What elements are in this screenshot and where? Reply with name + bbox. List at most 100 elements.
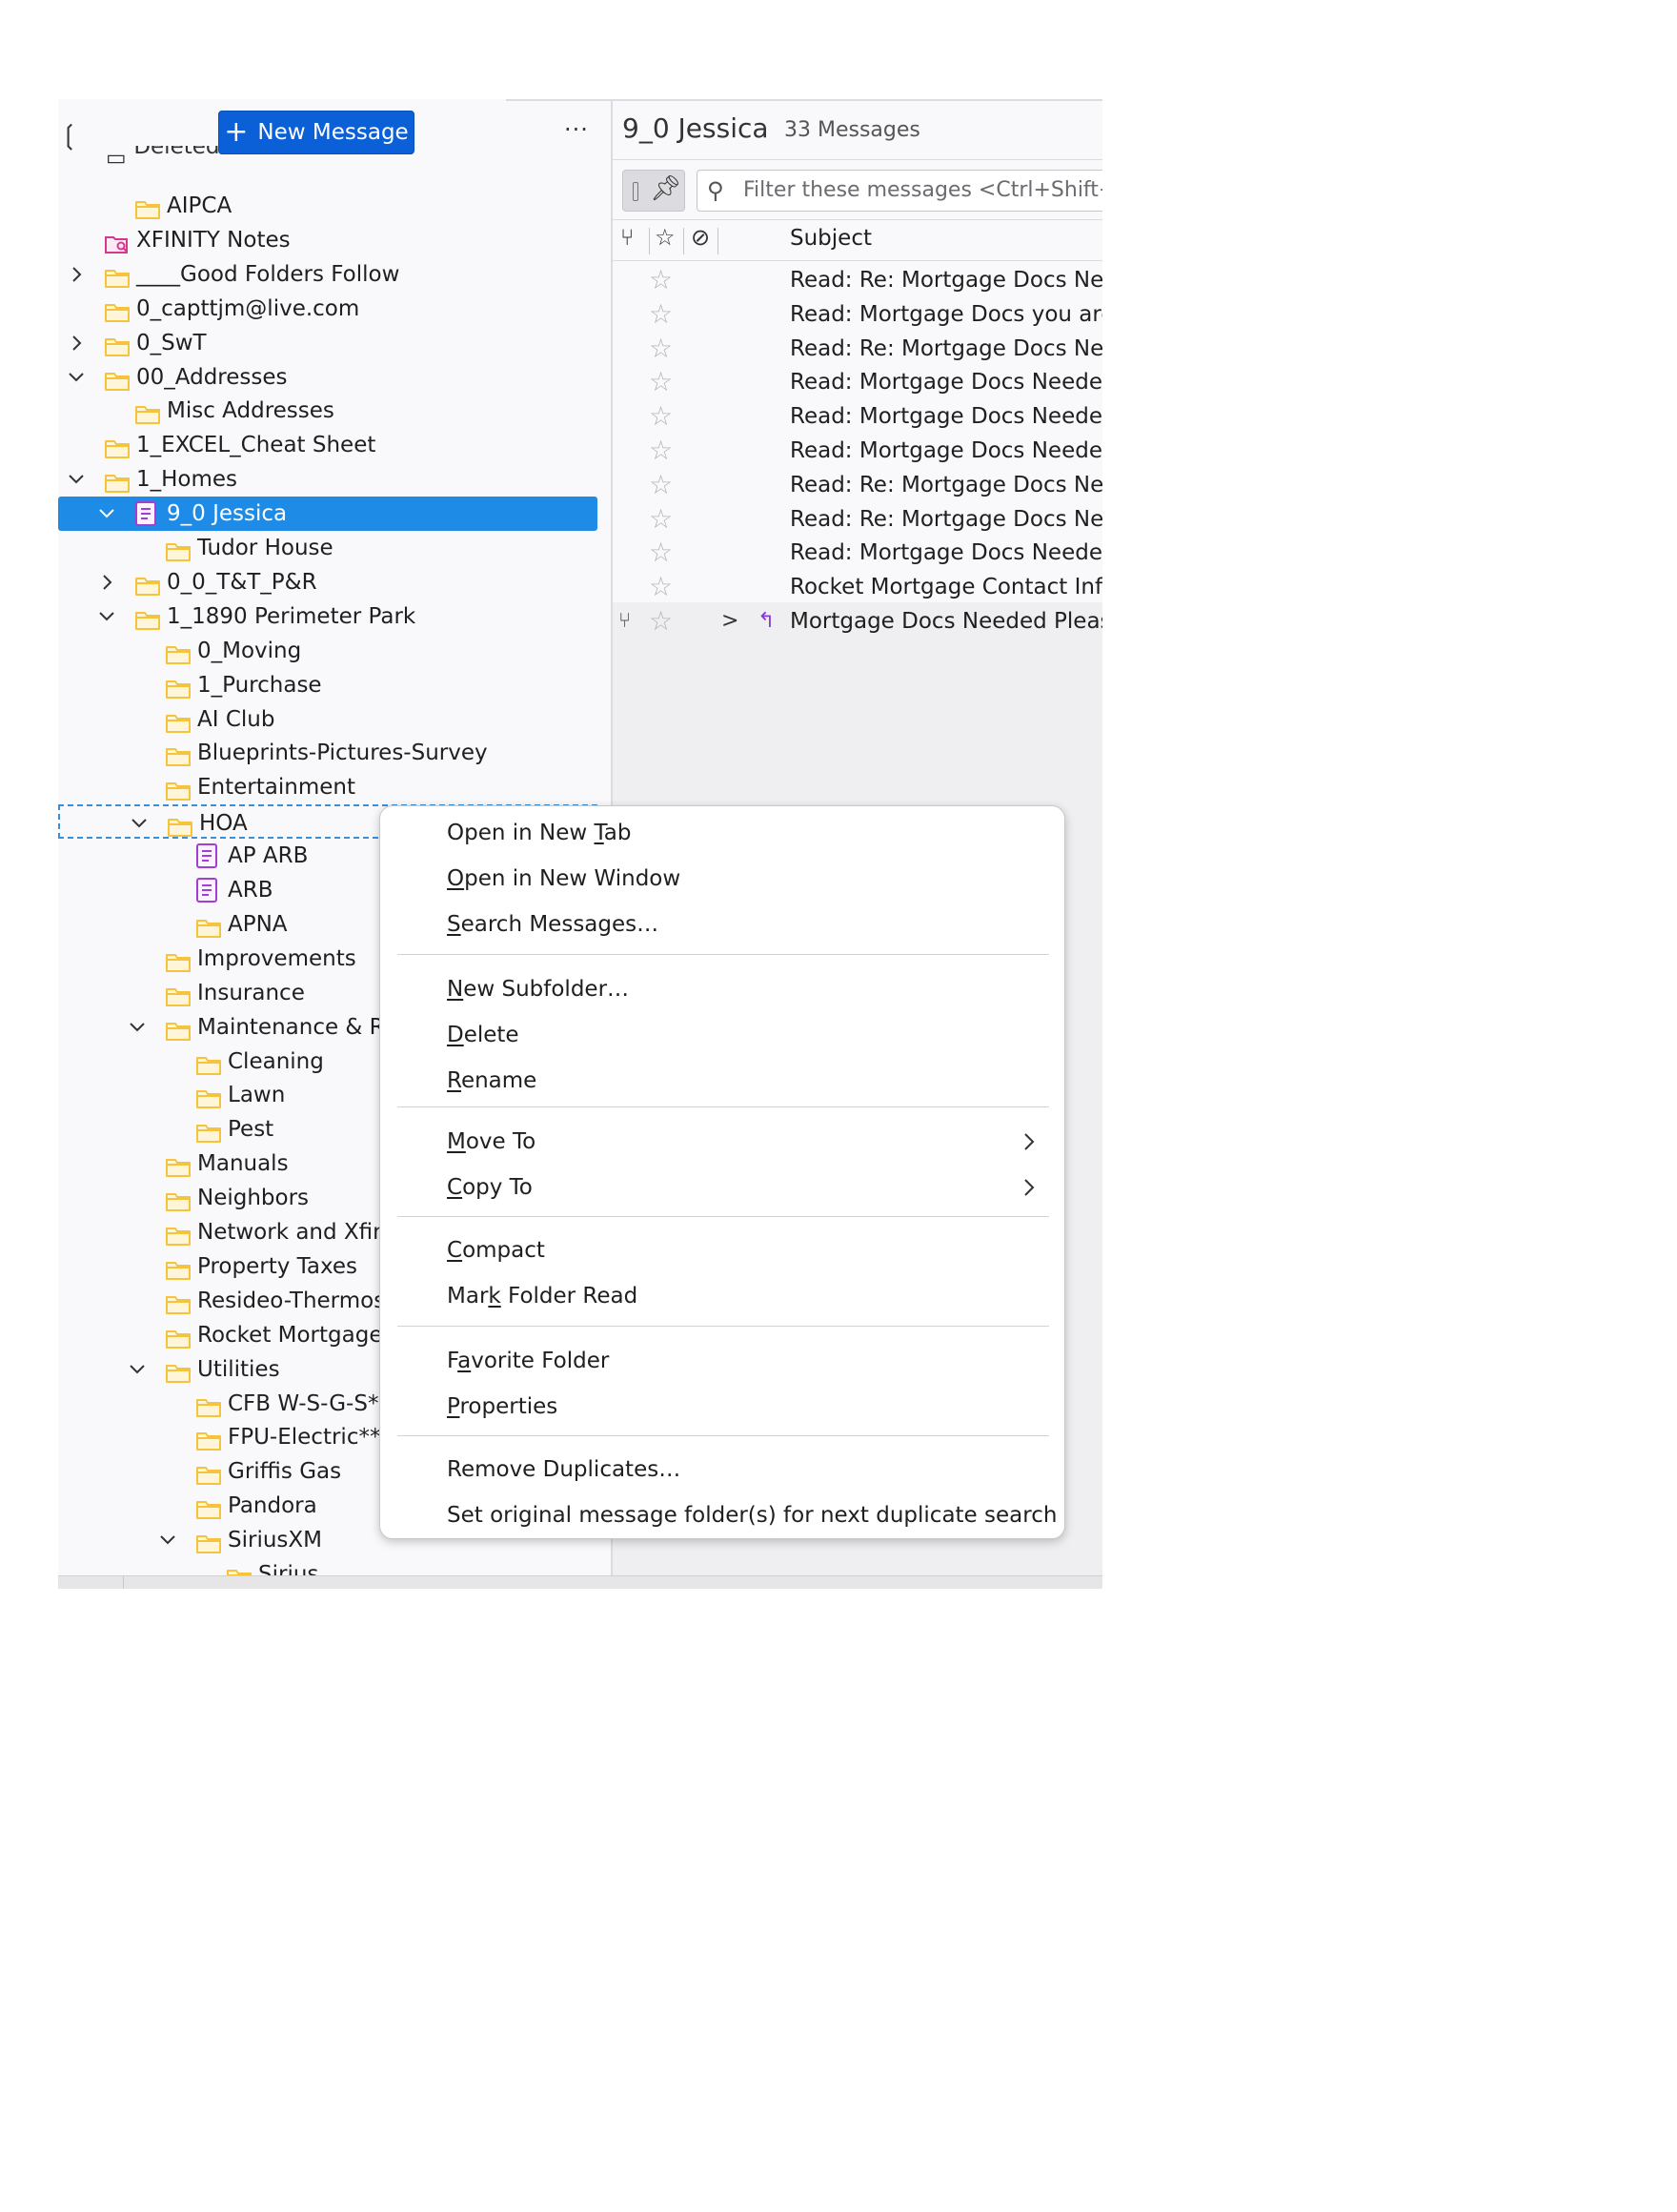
folder-row[interactable]: 1_Purchase xyxy=(58,668,597,702)
star-icon[interactable]: ☆ xyxy=(655,224,676,251)
menu-item-move-to[interactable]: Move To xyxy=(447,1123,1038,1161)
menu-item-label: Open in New Window xyxy=(447,866,681,891)
star-icon[interactable]: ☆ xyxy=(649,263,673,297)
folder-row[interactable]: Misc Addresses xyxy=(58,394,597,428)
star-icon[interactable]: ☆ xyxy=(649,502,673,537)
star-icon[interactable]: ☆ xyxy=(649,365,673,399)
attachment-icon[interactable]: ⊘ xyxy=(691,224,710,251)
star-icon[interactable]: ☆ xyxy=(649,536,673,570)
folder-label: Manuals xyxy=(197,1151,289,1177)
message-row[interactable]: ☆ Read: Mortgage Docs Needed. xyxy=(613,536,1102,570)
menu-item-new-subfolder[interactable]: New Subfolder… xyxy=(447,970,1038,1008)
star-icon[interactable]: ☆ xyxy=(649,570,673,604)
menu-item-mark-folder-read[interactable]: Mark Folder Read xyxy=(447,1277,1038,1315)
folder-row[interactable]: 00_Addresses xyxy=(58,360,597,395)
folder-row[interactable]: 9_0 Jessica xyxy=(58,497,597,532)
pin-filter-button[interactable]: 📌︎ xyxy=(622,170,685,212)
folder-row[interactable]: Sirius xyxy=(58,1557,597,1575)
folder-row[interactable]: ____Good Folders Follow xyxy=(58,257,597,292)
folder-label: 1_Homes xyxy=(136,467,238,493)
toggle-icon xyxy=(633,182,638,201)
chevron-down-icon[interactable] xyxy=(157,1523,178,1557)
star-icon[interactable]: ☆ xyxy=(649,332,673,366)
folder-context-menu: Open in New Tab Open in New Window Search … xyxy=(379,805,1065,1539)
thread-icon[interactable]: ⑂ xyxy=(620,224,634,251)
folder-label: 1_Purchase xyxy=(197,672,322,698)
status-divider xyxy=(123,1576,124,1589)
chevron-right-icon[interactable] xyxy=(96,565,117,599)
filter-messages-input[interactable]: ⚲ Filter these messages <Ctrl+Shift+K> xyxy=(697,170,1102,212)
menu-item-compact[interactable]: Compact xyxy=(447,1231,1038,1269)
message-row[interactable]: ☆ Rocket Mortgage Contact Info xyxy=(613,570,1102,604)
message-subject: Read: Re: Mortgage Docs Needed xyxy=(790,335,1102,361)
folder-row[interactable]: 0_Moving xyxy=(58,634,597,668)
chevron-right-icon[interactable] xyxy=(66,257,87,292)
column-separator[interactable] xyxy=(683,228,684,254)
folder-label: AI Club xyxy=(197,706,275,732)
chevron-down-icon[interactable] xyxy=(127,1352,148,1387)
folder-icon xyxy=(104,299,131,322)
folder-icon xyxy=(165,743,192,767)
chevron-down-icon[interactable] xyxy=(129,806,150,841)
message-row[interactable]: ☆ Read: Mortgage Docs Needed. xyxy=(613,399,1102,434)
menu-item-open-in-new-tab[interactable]: Open in New Tab xyxy=(447,814,1038,852)
folder-row[interactable]: 0_0_T&T_P&R xyxy=(58,565,597,599)
chevron-down-icon[interactable] xyxy=(127,1010,148,1045)
message-row[interactable]: ☆ Read: Mortgage Docs you are xyxy=(613,297,1102,332)
sidebar-toggle-icon[interactable]: ❲ xyxy=(58,118,80,152)
chevron-down-icon[interactable] xyxy=(66,360,87,395)
menu-item-favorite-folder[interactable]: Favorite Folder xyxy=(447,1342,1038,1380)
chevron-right-icon[interactable]: > xyxy=(721,604,738,639)
message-subject: Read: Re: Mortgage Docs Needed xyxy=(790,472,1102,497)
menu-item-remove-duplicates[interactable]: Remove Duplicates… xyxy=(447,1451,1038,1489)
column-separator[interactable] xyxy=(649,228,650,254)
message-row[interactable]: ☆ Read: Mortgage Docs Needed. xyxy=(613,434,1102,468)
subject-column-header[interactable]: Subject xyxy=(790,226,872,251)
folder-row[interactable]: 0_capttjm@live.com xyxy=(58,292,597,326)
folder-label: XFINITY Notes xyxy=(136,227,291,253)
folder-icon xyxy=(165,778,192,802)
more-options-button[interactable]: ··· xyxy=(559,118,594,147)
menu-item-search-messages[interactable]: Search Messages… xyxy=(447,905,1038,944)
message-row[interactable]: ☆ Read: Re: Mortgage Docs Needed xyxy=(613,332,1102,366)
chevron-right-icon[interactable] xyxy=(66,326,87,360)
chevron-down-icon[interactable] xyxy=(96,599,117,634)
new-message-button[interactable]: + New Message xyxy=(218,111,414,154)
star-icon[interactable]: ☆ xyxy=(649,468,673,502)
folder-row-deleted[interactable]: ▭ Deleted xyxy=(106,146,219,165)
star-icon[interactable]: ☆ xyxy=(649,297,673,332)
folder-row[interactable]: AIPCA xyxy=(58,189,597,223)
star-icon[interactable]: ☆ xyxy=(649,604,673,639)
message-row[interactable]: ⑂ ☆ > ↰ Mortgage Docs Needed Please xyxy=(613,604,1102,639)
folder-row[interactable]: AI Club xyxy=(58,702,597,737)
message-row[interactable]: ☆ Read: Re: Mortgage Docs Needed xyxy=(613,502,1102,537)
star-icon[interactable]: ☆ xyxy=(649,434,673,468)
folder-row[interactable]: 1_EXCEL_Cheat Sheet xyxy=(58,428,597,462)
menu-item-properties[interactable]: Properties xyxy=(447,1388,1038,1426)
menu-item-copy-to[interactable]: Copy To xyxy=(447,1168,1038,1207)
message-row[interactable]: ☆ Read: Mortgage Docs Needed. xyxy=(613,365,1102,399)
folder-row[interactable]: Tudor House xyxy=(58,531,597,565)
folder-label: Neighbors xyxy=(197,1186,310,1211)
folder-row[interactable]: Entertainment xyxy=(58,770,597,804)
folder-label: Utilities xyxy=(197,1356,280,1382)
message-row[interactable]: ☆ Read: Re: Mortgage Docs Needed xyxy=(613,263,1102,297)
folder-icon xyxy=(165,1188,192,1212)
folder-row[interactable]: 0_SwT xyxy=(58,326,597,360)
star-icon[interactable]: ☆ xyxy=(649,399,673,434)
chevron-down-icon[interactable] xyxy=(96,497,117,531)
menu-item-set-original-message-folder-s-for-next-duplicate-search[interactable]: Set original message folder(s) for next … xyxy=(447,1496,1057,1534)
folder-icon xyxy=(165,538,192,561)
message-row[interactable]: ☆ Read: Re: Mortgage Docs Needed xyxy=(613,468,1102,502)
folder-row[interactable]: 1_Homes xyxy=(58,462,597,497)
chevron-down-icon[interactable] xyxy=(66,462,87,497)
menu-item-open-in-new-window[interactable]: Open in New Window xyxy=(447,860,1038,898)
folder-label: 0_SwT xyxy=(136,330,207,355)
menu-item-rename[interactable]: Rename xyxy=(447,1062,1038,1100)
menu-item-delete[interactable]: Delete xyxy=(447,1016,1038,1054)
folder-row[interactable]: 1_1890 Perimeter Park xyxy=(58,599,597,634)
folder-label: CFB W-S-G-S* xyxy=(228,1390,379,1416)
column-separator[interactable] xyxy=(717,228,718,254)
folder-row[interactable]: Blueprints-Pictures-Survey xyxy=(58,736,597,770)
folder-row[interactable]: XFINITY Notes xyxy=(58,223,597,257)
